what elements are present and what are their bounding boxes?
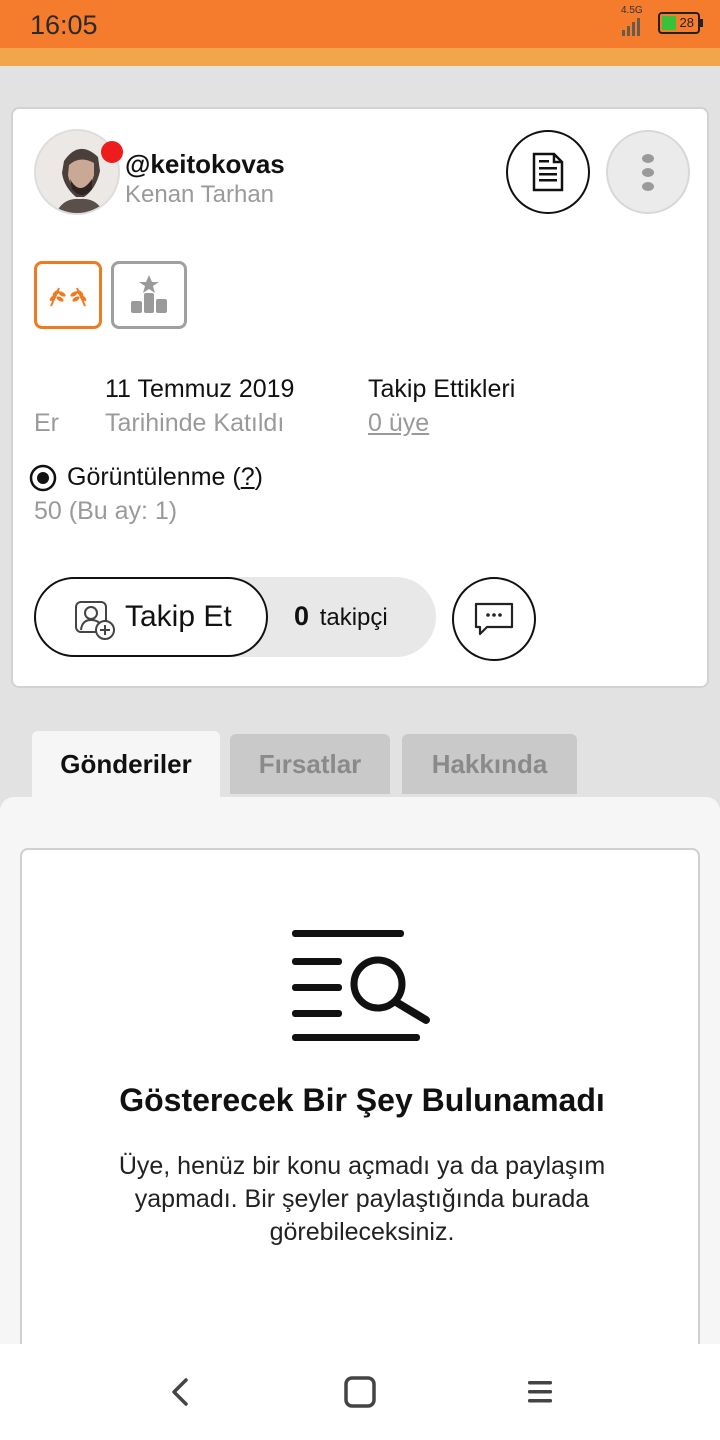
full-name: Kenan Tarhan xyxy=(125,181,275,208)
username: @keitokovas xyxy=(125,149,285,179)
tab-about[interactable]: Hakkında xyxy=(402,734,577,794)
menu-icon xyxy=(528,1381,552,1403)
tab-deals[interactable]: Fırsatlar xyxy=(230,734,390,794)
views-title: Görüntülenme xyxy=(67,463,226,491)
joined-label: Tarihinde Katıldı xyxy=(105,409,285,437)
following-count-link[interactable]: 0 üye xyxy=(368,409,429,438)
back-button[interactable] xyxy=(160,1372,200,1412)
follower-number: 0 xyxy=(294,601,310,631)
empty-state-description: Üye, henüz bir konu açmadı ya da paylaşı… xyxy=(118,1152,606,1246)
system-nav-bar xyxy=(0,1344,720,1440)
battery-level: 28 xyxy=(679,15,694,30)
following-title: Takip Ettikleri xyxy=(368,375,516,403)
add-user-icon xyxy=(75,601,115,640)
document-icon xyxy=(532,152,564,192)
status-time: 16:05 xyxy=(30,10,98,40)
follow-button-label: Takip Et xyxy=(125,600,232,633)
battery-icon: 28 xyxy=(658,12,703,34)
online-indicator xyxy=(101,141,123,163)
message-icon xyxy=(474,602,514,636)
laurel-badge-icon xyxy=(49,287,87,307)
empty-state-card: Gösterecek Bir Şey Bulunamadı Üye, henüz… xyxy=(20,848,700,1368)
status-bar: 16:05 4.5G 28 xyxy=(0,0,720,48)
eye-icon xyxy=(29,464,57,492)
views-count: 50 (Bu ay: 1) xyxy=(34,497,178,525)
follower-count: 0 takipçi xyxy=(294,601,388,632)
follow-group: Takip Et 0 takipçi xyxy=(34,577,436,657)
more-button[interactable] xyxy=(606,130,690,214)
more-vertical-icon xyxy=(642,153,654,191)
leaderboard-badge[interactable] xyxy=(111,261,187,329)
joined-date: 11 Temmuz 2019 xyxy=(105,375,295,403)
content-area: Gösterecek Bir Şey Bulunamadı Üye, henüz… xyxy=(0,797,720,1368)
home-button[interactable] xyxy=(340,1372,380,1412)
empty-state-title: Gösterecek Bir Şey Bulunamadı xyxy=(119,1082,605,1118)
follower-label: takipçi xyxy=(319,604,388,631)
signal-icon xyxy=(622,16,646,36)
header-accent-strip xyxy=(0,48,720,66)
home-icon xyxy=(344,1376,376,1408)
profile-card: @keitokovas Kenan Tarhan Er 11 Temmuz 20… xyxy=(11,107,709,688)
laurel-badge[interactable] xyxy=(34,261,102,329)
back-icon xyxy=(172,1378,188,1406)
document-button[interactable] xyxy=(506,130,590,214)
message-button[interactable] xyxy=(452,577,536,661)
network-type: 4.5G xyxy=(621,5,643,16)
tab-posts[interactable]: Gönderiler xyxy=(32,731,220,797)
menu-button[interactable] xyxy=(520,1372,560,1412)
gender-label: Er xyxy=(34,409,59,437)
views-row: Görüntülenme (?) xyxy=(67,463,263,491)
search-list-icon xyxy=(292,930,430,1041)
follow-button[interactable]: Takip Et xyxy=(34,577,268,657)
leaderboard-badge-icon xyxy=(131,275,167,313)
views-help-link[interactable]: ? xyxy=(241,463,255,491)
